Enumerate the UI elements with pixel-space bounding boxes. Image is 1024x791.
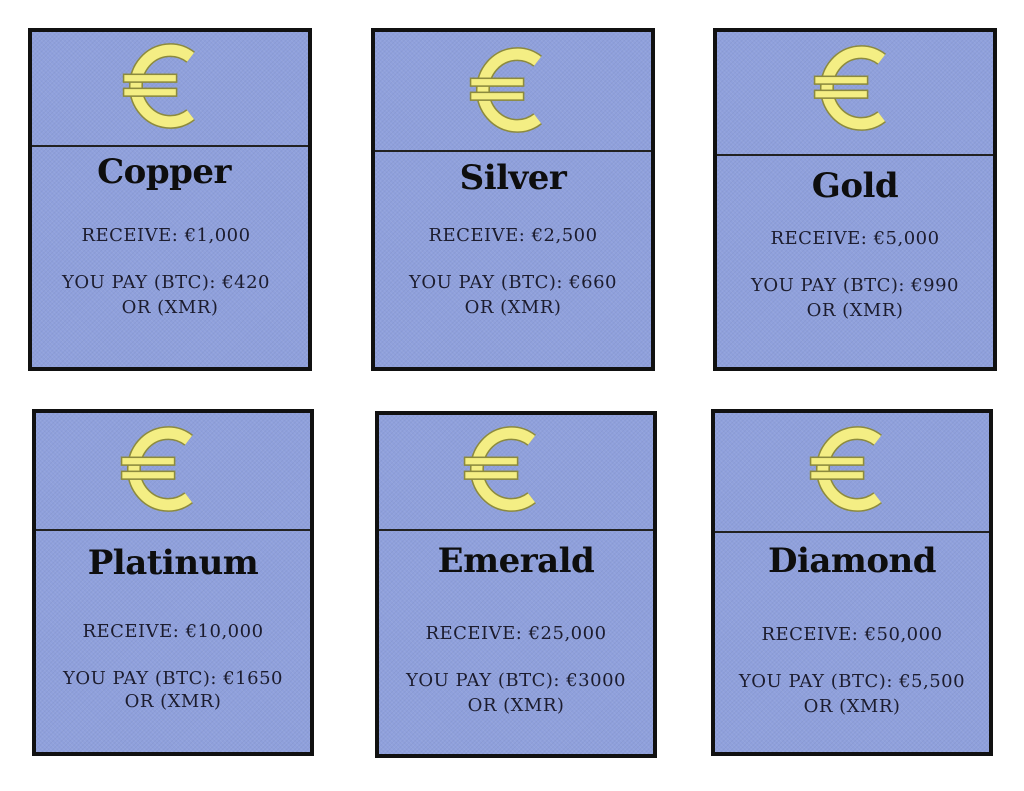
card-diamond: Diamond RECEIVE: €50,000 YOU PAY (BTC): … xyxy=(711,409,993,756)
alt-currency: OR (XMR) xyxy=(467,695,565,716)
card-title: Emerald xyxy=(437,541,595,581)
euro-icon xyxy=(463,426,536,512)
euro-icon xyxy=(809,426,882,512)
euro-icon xyxy=(469,47,542,133)
card-title: Gold xyxy=(811,166,899,206)
card-emerald: Emerald RECEIVE: €25,000 YOU PAY (BTC): … xyxy=(375,411,657,758)
alt-currency: OR (XMR) xyxy=(121,297,219,318)
pay-amount: YOU PAY (BTC): €660 xyxy=(408,272,617,293)
receive-amount: RECEIVE: €50,000 xyxy=(761,624,943,645)
card-title: Platinum xyxy=(87,543,259,583)
pay-amount: YOU PAY (BTC): €5,500 xyxy=(738,671,966,692)
pay-amount: YOU PAY (BTC): €990 xyxy=(750,275,959,296)
receive-amount: RECEIVE: €10,000 xyxy=(82,621,264,642)
receive-amount: RECEIVE: €1,000 xyxy=(81,225,251,246)
card-copper: Copper RECEIVE: €1,000 YOU PAY (BTC): €4… xyxy=(28,28,312,371)
card-title: Silver xyxy=(459,158,567,198)
receive-amount: RECEIVE: €5,000 xyxy=(770,228,940,249)
pay-amount: YOU PAY (BTC): €1650 xyxy=(63,668,283,689)
card-title: Diamond xyxy=(767,541,937,581)
euro-icon xyxy=(122,43,195,129)
pay-amount: YOU PAY (BTC): €3000 xyxy=(406,670,626,691)
card-gold: Gold RECEIVE: €5,000 YOU PAY (BTC): €990… xyxy=(713,28,997,371)
page: { "cards": [ {"name": "Copper", "receive… xyxy=(0,0,1024,791)
receive-amount: RECEIVE: €2,500 xyxy=(428,225,598,246)
card-platinum: Platinum RECEIVE: €10,000 YOU PAY (BTC):… xyxy=(32,409,314,756)
card-title: Copper xyxy=(97,152,231,192)
euro-icon xyxy=(120,426,193,512)
alt-currency: OR (XMR) xyxy=(124,691,222,712)
alt-currency: OR (XMR) xyxy=(806,300,904,321)
euro-icon xyxy=(813,45,886,131)
receive-amount: RECEIVE: €25,000 xyxy=(425,623,607,644)
alt-currency: OR (XMR) xyxy=(803,696,901,717)
alt-currency: OR (XMR) xyxy=(464,297,562,318)
card-silver: Silver RECEIVE: €2,500 YOU PAY (BTC): €6… xyxy=(371,28,655,371)
pay-amount: YOU PAY (BTC): €420 xyxy=(61,272,270,293)
